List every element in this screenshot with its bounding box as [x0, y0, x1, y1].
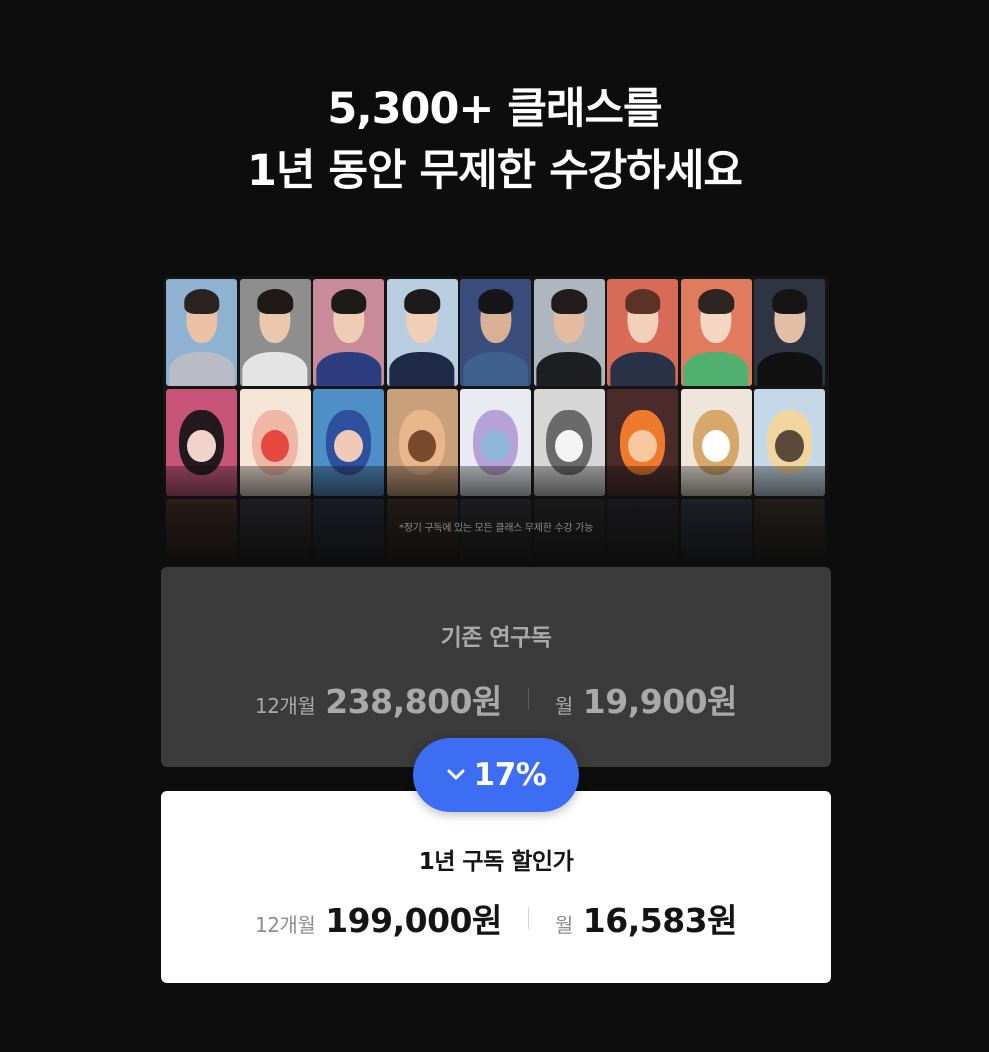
portrait-body — [683, 351, 749, 386]
portrait-body — [462, 351, 529, 386]
artwork-detail — [701, 429, 731, 462]
subscription-promo: 5,300+ 클래스를 1년 동안 무제한 수강하세요 *정기 구독에 있는 모… — [0, 0, 989, 1052]
regular-period-price: 238,800원 — [325, 682, 502, 721]
regular-monthly-label: 월 — [554, 694, 573, 718]
instructor-thumbnail — [533, 279, 605, 386]
artwork-detail — [407, 429, 437, 462]
portrait-hair — [771, 288, 808, 315]
portrait-hair — [183, 288, 220, 315]
regular-plan-card: 기존 연구독 12개월 238,800원 월 19,900원 — [161, 567, 831, 767]
discount-percent: 17% — [473, 757, 547, 793]
gallery-fade-overlay — [163, 466, 829, 566]
annual-period-price: 199,000원 — [325, 901, 502, 940]
instructor-thumbnail — [386, 279, 458, 386]
annual-plan-title: 1년 구독 할인가 — [418, 849, 574, 875]
artwork-detail — [187, 429, 216, 462]
portrait-hair — [551, 288, 587, 315]
portrait-hair — [404, 288, 440, 315]
price-divider — [527, 907, 529, 929]
artwork-detail — [260, 429, 290, 462]
artwork-detail — [481, 429, 510, 462]
regular-period-label: 12개월 — [254, 694, 316, 718]
portrait-body — [536, 351, 602, 386]
instructor-thumbnail — [607, 279, 678, 386]
annual-plan-price-row: 12개월 199,000원 월 16,583원 — [161, 894, 831, 942]
regular-plan-title: 기존 연구독 — [440, 625, 552, 651]
regular-plan-price-row: 12개월 238,800원 월 19,900원 — [161, 675, 831, 723]
regular-monthly-price: 19,900원 — [582, 682, 738, 721]
annual-discount-plan-card[interactable]: 1년 구독 할인가 12개월 199,000원 월 16,583원 — [161, 791, 831, 983]
chevron-down-icon — [447, 769, 465, 780]
portrait-hair — [257, 288, 293, 315]
instructor-thumbnail — [460, 279, 531, 386]
portrait-hair — [477, 288, 514, 315]
artwork-detail — [775, 429, 804, 462]
annual-monthly-label: 월 — [554, 913, 573, 937]
portrait-body — [242, 351, 308, 386]
artwork-detail — [628, 429, 657, 462]
gallery-note: *정기 구독에 있는 모든 클래스 무제한 수강 가능 — [399, 523, 593, 534]
annual-period-label: 12개월 — [254, 913, 316, 937]
artwork-detail — [334, 429, 363, 462]
portrait-hair — [624, 288, 661, 315]
headline-line-1: 5,300+ 클래스를 — [327, 84, 662, 134]
instructor-thumbnail — [680, 279, 752, 386]
instructor-thumbnail — [239, 279, 311, 386]
instructor-thumbnail — [313, 279, 384, 386]
instructor-thumbnail — [166, 279, 237, 386]
instructor-thumbnail — [754, 279, 825, 386]
portrait-body — [756, 351, 823, 386]
portrait-body — [389, 351, 455, 386]
portrait-hair — [330, 288, 367, 315]
price-divider — [527, 688, 529, 710]
portrait-body — [168, 351, 235, 386]
headline-line-2: 1년 동안 무제한 수강하세요 — [247, 146, 743, 196]
discount-badge: 17% — [413, 738, 579, 812]
portrait-hair — [698, 288, 734, 315]
page-title: 5,300+ 클래스를 1년 동안 무제한 수강하세요 — [0, 78, 989, 202]
portrait-body — [315, 351, 382, 386]
artwork-detail — [554, 429, 584, 462]
class-thumbnail-gallery: *정기 구독에 있는 모든 클래스 무제한 수강 가능 — [163, 276, 829, 566]
portrait-body — [609, 351, 676, 386]
annual-monthly-price: 16,583원 — [582, 901, 738, 940]
